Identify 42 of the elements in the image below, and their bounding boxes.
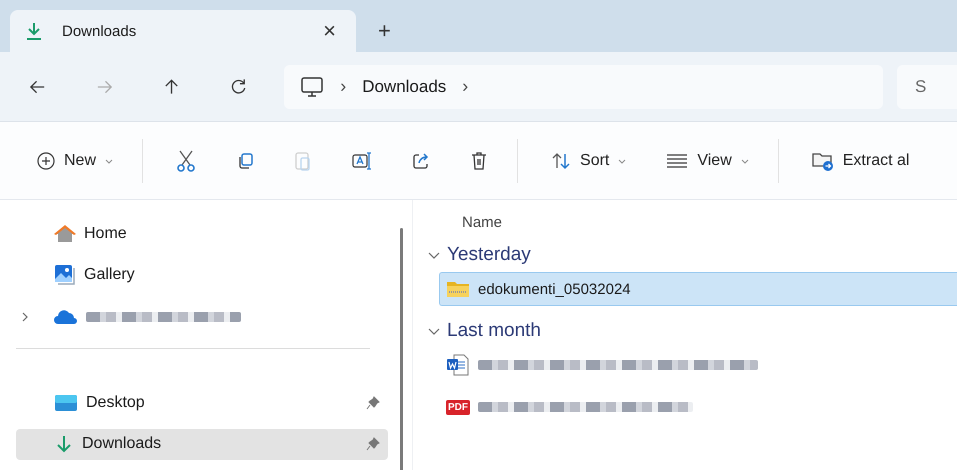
cloud-icon bbox=[54, 308, 78, 325]
breadcrumb[interactable]: Downloads bbox=[362, 76, 446, 96]
sort-button[interactable]: Sort bbox=[540, 144, 638, 176]
pin-icon[interactable] bbox=[366, 437, 380, 452]
scissors-icon bbox=[175, 148, 198, 172]
tab[interactable]: Downloads × bbox=[10, 10, 356, 52]
rename-icon bbox=[351, 150, 374, 172]
search-field[interactable]: S bbox=[897, 64, 957, 108]
sidebar-item[interactable]: Home bbox=[16, 218, 388, 250]
breadcrumb-separator: › bbox=[462, 76, 468, 97]
breadcrumb-separator: › bbox=[340, 76, 346, 97]
pin-icon[interactable] bbox=[366, 396, 380, 410]
address-bar[interactable]: › Downloads › bbox=[284, 64, 883, 108]
close-button[interactable]: × bbox=[317, 18, 342, 44]
new-tab-button[interactable]: + bbox=[372, 18, 397, 44]
sidebar-item[interactable]: Gallery bbox=[16, 259, 388, 291]
file-row[interactable]: PDF bbox=[439, 390, 957, 424]
new-button[interactable]: New bbox=[26, 144, 124, 176]
refresh-icon[interactable] bbox=[229, 76, 248, 96]
file-name: edokumenti_05032024 bbox=[478, 280, 631, 298]
file-row[interactable]: edokumenti_05032024 bbox=[439, 272, 957, 306]
extract-button[interactable]: Extract al bbox=[800, 144, 920, 178]
desktop-icon bbox=[54, 392, 78, 413]
view-button[interactable]: View bbox=[655, 146, 760, 176]
monitor-icon bbox=[300, 76, 324, 98]
chevron-icon[interactable] bbox=[20, 310, 30, 323]
image-icon bbox=[54, 264, 76, 286]
download-icon bbox=[24, 21, 44, 41]
word-document-icon bbox=[446, 353, 470, 377]
zip-folder-icon bbox=[446, 279, 470, 299]
house-icon bbox=[54, 224, 76, 244]
scrollbar[interactable] bbox=[400, 228, 402, 470]
sidebar-item[interactable]: Downloads bbox=[16, 428, 388, 460]
tab-title: Downloads bbox=[62, 22, 138, 40]
sort-arrows-icon bbox=[550, 150, 572, 170]
group-header[interactable]: Yesterday bbox=[427, 238, 957, 272]
lines-icon bbox=[665, 152, 690, 170]
sidebar-item[interactable]: Desktop bbox=[16, 387, 388, 419]
pdf-icon: PDF bbox=[446, 400, 470, 414]
group-header[interactable]: Last month bbox=[427, 314, 957, 348]
plus-circle-icon bbox=[36, 150, 56, 170]
column-header[interactable]: Name bbox=[427, 200, 957, 232]
